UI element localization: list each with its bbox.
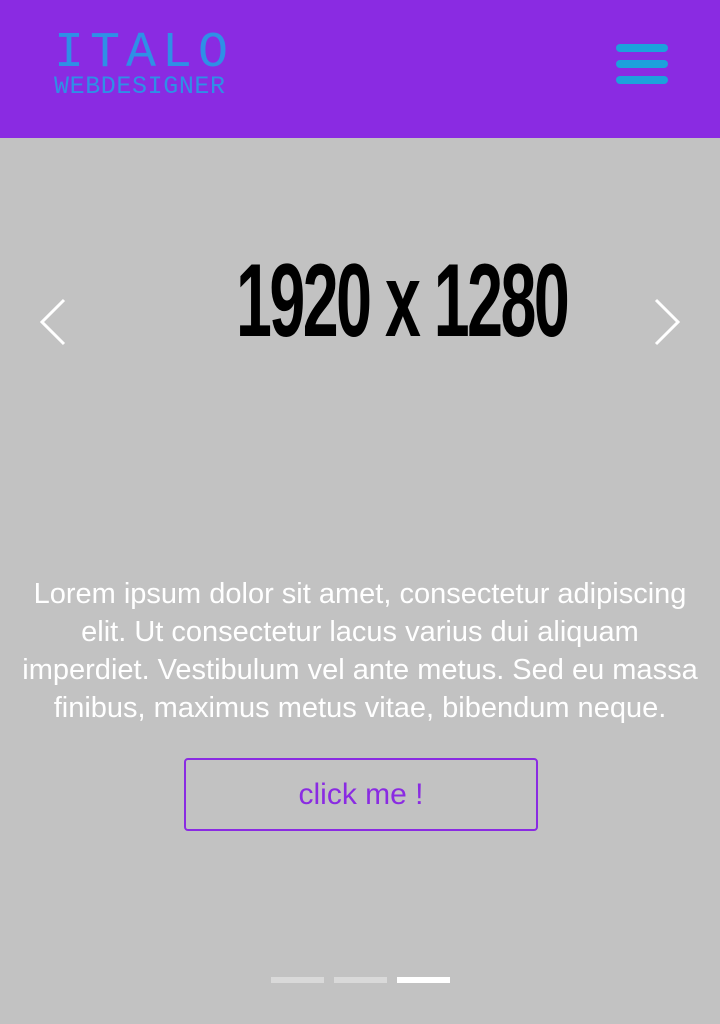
menu-bar: [616, 76, 668, 84]
carousel-indicator-3-active[interactable]: [397, 977, 450, 983]
hero-carousel: 1920 x 1280 Lorem ipsum dolor sit amet, …: [0, 138, 720, 1024]
chevron-left-icon[interactable]: [34, 298, 74, 346]
slide-image-placeholder: 1920 x 1280: [236, 243, 570, 359]
carousel-indicator-2[interactable]: [334, 977, 387, 983]
site-logo[interactable]: ITALO WEBDESIGNER: [54, 25, 235, 101]
click-me-button[interactable]: click me !: [184, 758, 538, 831]
menu-bar: [616, 44, 668, 52]
slide-caption: Lorem ipsum dolor sit amet, consectetur …: [22, 578, 698, 724]
hamburger-menu-icon[interactable]: [614, 42, 670, 90]
site-header: ITALO WEBDESIGNER: [0, 0, 720, 138]
logo-title: ITALO: [54, 25, 235, 82]
logo-subtitle: WEBDESIGNER: [54, 72, 226, 101]
carousel-indicators: [271, 977, 451, 983]
menu-bar: [616, 60, 668, 68]
carousel-indicator-1[interactable]: [271, 977, 324, 983]
chevron-right-icon[interactable]: [646, 298, 686, 346]
